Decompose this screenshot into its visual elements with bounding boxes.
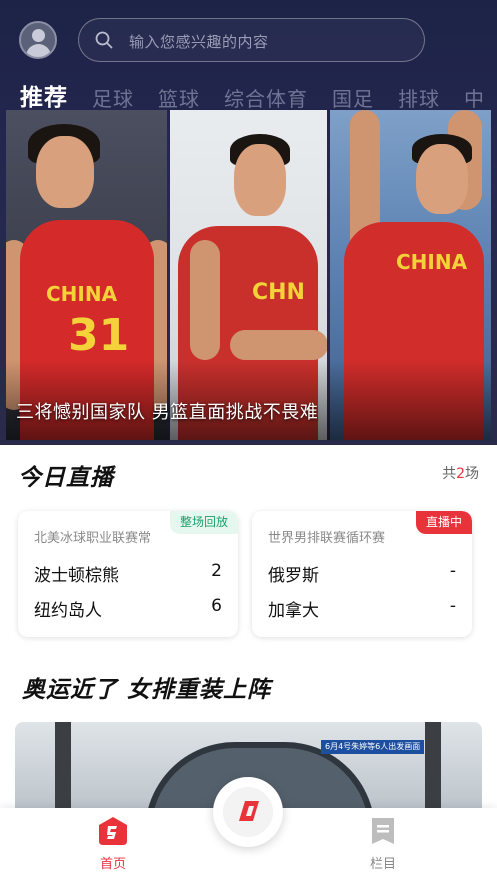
search-icon bbox=[95, 31, 113, 49]
tab-national-football[interactable]: 国足 bbox=[332, 83, 374, 112]
hero-banner[interactable]: CHINA 31 CHN CHINA 三将憾别国家队 男篮直面挑战不畏难 bbox=[6, 110, 491, 440]
nav-columns[interactable]: 栏目 bbox=[353, 816, 413, 872]
home-icon bbox=[99, 817, 127, 845]
image-caption-tag: 6月4号朱婷等6人出发画面 bbox=[321, 740, 425, 754]
jersey-number: 31 bbox=[68, 310, 130, 361]
brand-logo-icon bbox=[239, 801, 259, 821]
article-title[interactable]: 奥运近了 女排重装上阵 bbox=[22, 670, 271, 704]
player-arm bbox=[190, 240, 220, 360]
live-badge: 直播中 bbox=[415, 511, 472, 534]
tab-football[interactable]: 足球 bbox=[92, 83, 134, 112]
live-count[interactable]: 共2场 bbox=[442, 463, 479, 483]
columns-icon bbox=[372, 818, 394, 844]
tab-volleyball[interactable]: 排球 bbox=[398, 83, 440, 112]
category-tabs: 推荐 足球 篮球 综合体育 国足 排球中 bbox=[20, 78, 497, 122]
team-name: 波士顿棕熊 bbox=[34, 566, 119, 586]
replay-badge: 整场回放 bbox=[169, 511, 238, 534]
match-league: 世界男排联赛循环赛 bbox=[268, 531, 386, 546]
jersey-text: CHINA bbox=[46, 282, 118, 306]
nav-columns-label: 栏目 bbox=[369, 857, 396, 872]
avatar-head-shape bbox=[32, 29, 45, 42]
search-input[interactable]: 输入您感兴趣的内容 bbox=[78, 18, 425, 62]
team-name: 纽约岛人 bbox=[34, 601, 102, 621]
banner-pagination bbox=[232, 430, 260, 440]
team-score: - bbox=[449, 561, 456, 581]
player-face bbox=[36, 136, 94, 208]
live-count-number: 2 bbox=[456, 466, 465, 482]
banner-caption: 三将憾别国家队 男篮直面挑战不畏难 bbox=[16, 402, 319, 423]
tab-basketball[interactable]: 篮球 bbox=[158, 83, 200, 112]
avatar-body-shape bbox=[26, 44, 51, 57]
center-logo-bg bbox=[223, 787, 273, 837]
nav-home-label: 首页 bbox=[99, 857, 126, 872]
team-name: 俄罗斯 bbox=[268, 566, 319, 586]
match-league: 北美冰球职业联赛常 bbox=[34, 531, 152, 546]
jersey-text: CHN bbox=[252, 280, 305, 305]
tab-recommend[interactable]: 推荐 bbox=[20, 78, 68, 122]
team-score: - bbox=[449, 596, 456, 616]
match-card[interactable]: 北美冰球职业联赛常 整场回放 波士顿棕熊 2 纽约岛人 6 bbox=[18, 511, 238, 637]
user-avatar[interactable] bbox=[19, 21, 57, 59]
team-score: 6 bbox=[211, 596, 222, 616]
match-card[interactable]: 世界男排联赛循环赛 直播中 俄罗斯 - 加拿大 - bbox=[252, 511, 472, 637]
search-placeholder: 输入您感兴趣的内容 bbox=[129, 33, 269, 51]
team-score: 2 bbox=[211, 561, 222, 581]
tab-more[interactable]: 中 bbox=[464, 83, 485, 112]
nav-home[interactable]: 首页 bbox=[83, 816, 143, 872]
live-count-suffix: 场 bbox=[465, 466, 479, 482]
live-count-prefix: 共 bbox=[442, 466, 457, 482]
building-pillar bbox=[55, 722, 71, 822]
tab-general-sports[interactable]: 综合体育 bbox=[224, 83, 308, 112]
header: 输入您感兴趣的内容 推荐 足球 篮球 综合体育 国足 排球中 CHINA 31 CHN bbox=[0, 0, 497, 445]
player-arm bbox=[230, 330, 327, 360]
building-pillar bbox=[425, 722, 441, 822]
live-section-title: 今日直播 bbox=[18, 465, 114, 491]
player-face bbox=[234, 144, 286, 216]
center-logo-button[interactable] bbox=[213, 777, 283, 847]
team-name: 加拿大 bbox=[268, 601, 319, 621]
player-face bbox=[416, 144, 468, 214]
jersey-text: CHINA bbox=[396, 250, 468, 274]
